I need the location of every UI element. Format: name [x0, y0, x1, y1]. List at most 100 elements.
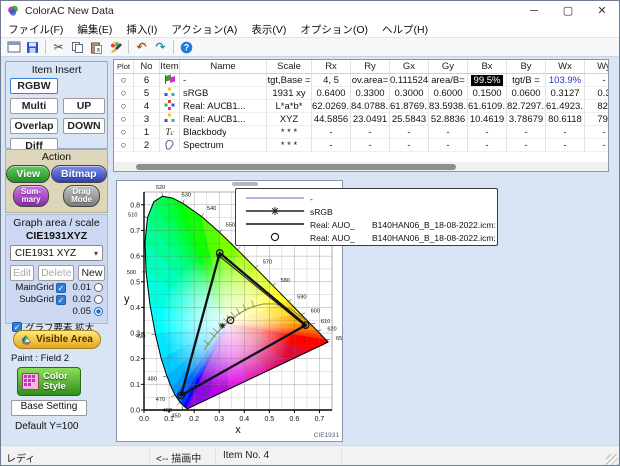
table-cell: 0.1500 — [468, 87, 507, 100]
grid-size-005-radio[interactable] — [94, 307, 103, 316]
column-header-name[interactable]: Name — [180, 60, 267, 73]
table-cell: - — [546, 139, 585, 152]
base-setting-button[interactable]: Base Setting — [11, 400, 87, 416]
table-header-row: PlotNoItemNameScaleRxRyGxGyBxByWxWy — [114, 60, 608, 74]
current-scale-label: CIE1931XYZ — [6, 230, 107, 242]
menu-options[interactable]: オプション(O) — [293, 22, 375, 37]
svg-text:0.5: 0.5 — [264, 416, 274, 423]
legend-entry[interactable]: Real: AUO_ B140HAN06_B_18-08-2022.icm: l… — [236, 218, 497, 231]
maingrid-checkbox[interactable]: ✓ — [56, 283, 66, 293]
grid-size-001-radio[interactable] — [94, 283, 103, 292]
svg-text:470: 470 — [156, 397, 165, 403]
redo-icon[interactable]: ↷ — [151, 39, 170, 56]
subgrid-checkbox[interactable]: ✓ — [56, 295, 66, 305]
subgrid-label: SubGrid — [12, 294, 54, 305]
menu-view[interactable]: 表示(V) — [244, 22, 293, 37]
save-icon[interactable] — [23, 39, 42, 56]
legend-entry[interactable]: Real: AUO_ B140HAN06_B_18-08-2022.icm: l… — [236, 231, 497, 244]
table-cell: - — [429, 139, 468, 152]
overlap-button[interactable]: Overlap — [10, 118, 58, 134]
table-cell: 23.0491 — [351, 113, 390, 126]
color-style-button[interactable]: Color Style — [17, 367, 81, 396]
new-button[interactable]: New — [78, 265, 105, 281]
table-row[interactable]: ○3Real: AUO_B1...XYZ44.585623.049125.584… — [114, 113, 608, 126]
delete-button[interactable]: Delete — [38, 265, 74, 281]
svg-text:0.3: 0.3 — [130, 331, 140, 338]
table-row[interactable]: ○1TcBlackbody Locus* * *-------- — [114, 126, 608, 139]
down-button[interactable]: DOWN — [63, 118, 105, 134]
new-window-icon[interactable] — [4, 39, 23, 56]
view-button[interactable]: View — [6, 165, 50, 183]
menu-action[interactable]: アクション(A) — [164, 22, 244, 37]
undo-icon[interactable]: ↶ — [132, 39, 151, 56]
table-cell: 84.0788... — [351, 100, 390, 113]
legend-entry[interactable]: sRGB — [236, 205, 497, 218]
grid-size-005-label: 0.05 — [73, 306, 92, 317]
table-row[interactable]: ○2Spectrum Locus* * *-------- — [114, 139, 608, 152]
app-icon — [7, 5, 19, 17]
copy-icon[interactable] — [68, 39, 87, 56]
color-brush-icon[interactable] — [106, 39, 125, 56]
column-header-gy[interactable]: Gy — [429, 60, 468, 73]
table-cell: ○ — [114, 74, 134, 87]
scrollbar-thumb[interactable] — [136, 164, 456, 170]
table-cell: 0.3127 — [546, 87, 585, 100]
table-cell: tgt/B = — [507, 74, 546, 87]
legend-file-label: B140HAN06_B_18-08-2022.icm: luminan — [372, 233, 497, 243]
maingrid-label: MainGrid — [12, 282, 54, 293]
grid-size-002-radio[interactable] — [94, 295, 103, 304]
column-header-item[interactable]: Item — [160, 60, 180, 73]
multi-button[interactable]: Multi — [10, 98, 58, 114]
table-cell: ○ — [114, 126, 134, 139]
svg-text:580: 580 — [280, 278, 289, 284]
legend-scrollbar[interactable] — [232, 182, 266, 187]
window-title: ColorAC New Data — [25, 5, 114, 17]
table-cell: 0.111524 — [390, 74, 429, 87]
column-header-wx[interactable]: Wx — [546, 60, 585, 73]
drag-mode-button[interactable]: Drag Mode — [63, 185, 100, 207]
up-button[interactable]: UP — [63, 98, 105, 114]
svg-text:570: 570 — [263, 260, 272, 266]
close-button[interactable]: ✕ — [585, 1, 619, 21]
column-header-plot[interactable]: Plot — [114, 60, 134, 73]
menu-edit[interactable]: 編集(E) — [70, 22, 119, 37]
table-row[interactable]: ○5sRGB1931 xy0.64000.33000.30000.60000.1… — [114, 87, 608, 100]
visible-area-button[interactable]: Visible Area — [13, 330, 101, 349]
locus-icon — [160, 139, 180, 152]
item-insert-title: Item Insert — [6, 64, 107, 76]
column-header-gx[interactable]: Gx — [390, 60, 429, 73]
paste-icon[interactable]: a — [87, 39, 106, 56]
resize-grip[interactable] — [606, 454, 618, 466]
column-header-wy[interactable]: Wy — [585, 60, 609, 73]
column-header-no[interactable]: No — [134, 60, 160, 73]
column-header-scale[interactable]: Scale — [267, 60, 312, 73]
table-cell: 82. — [585, 100, 609, 113]
column-header-rx[interactable]: Rx — [312, 60, 351, 73]
cut-icon[interactable]: ✂ — [49, 39, 68, 56]
menu-insert[interactable]: 挿入(I) — [119, 22, 164, 37]
table-cell: 10.4619 — [468, 113, 507, 126]
menu-help[interactable]: ヘルプ(H) — [375, 22, 435, 37]
summary-button[interactable]: Sum- mary — [13, 185, 49, 207]
rgbw-button[interactable]: RGBW — [10, 78, 58, 94]
maximize-button[interactable]: ▢ — [551, 1, 585, 21]
table-row[interactable]: ○4Real: AUO_B1...L*a*b*62.0269...84.0788… — [114, 100, 608, 113]
table-cell: 0.6400 — [312, 87, 351, 100]
minimize-button[interactable]: ─ — [517, 1, 551, 21]
column-header-bx[interactable]: Bx — [468, 60, 507, 73]
edit-button[interactable]: Edit — [10, 265, 34, 281]
table-cell: area/B= — [429, 74, 468, 87]
table-cell: - — [351, 139, 390, 152]
bitmap-button[interactable]: Bitmap — [51, 165, 107, 183]
table-row[interactable]: ○6-tgt,Base =4, 5ov.area=0.111524area/B=… — [114, 74, 608, 87]
menu-file[interactable]: ファイル(F) — [1, 22, 70, 37]
legend-entry[interactable]: - — [236, 192, 497, 205]
column-header-by[interactable]: By — [507, 60, 546, 73]
help-icon[interactable]: ? — [177, 39, 196, 56]
column-header-ry[interactable]: Ry — [351, 60, 390, 73]
table-horizontal-scrollbar[interactable] — [114, 162, 608, 171]
table-cell: 1931 xy — [267, 87, 312, 100]
legend-scrollbar-thumb[interactable] — [232, 182, 258, 186]
scale-dropdown[interactable]: CIE1931 XYZ ▾ — [10, 245, 103, 261]
legend-marker-line — [236, 218, 310, 232]
